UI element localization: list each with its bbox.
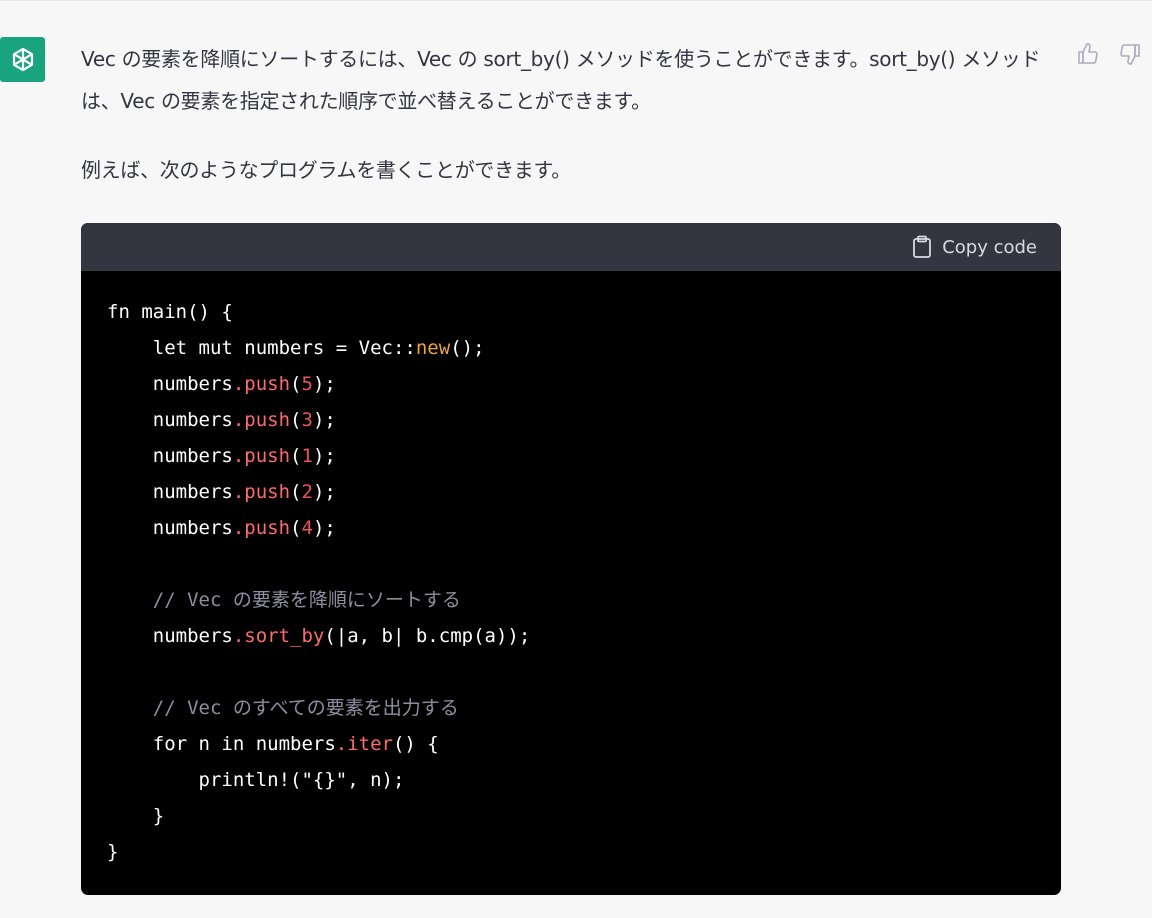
code-line: }: [107, 841, 119, 863]
message-paragraph: 例えば、次のようなプログラムを書くことができます。: [81, 158, 571, 182]
top-divider: [0, 0, 1152, 1]
code-line: numbers.push(1);: [107, 445, 336, 467]
copy-code-button[interactable]: Copy code: [912, 235, 1037, 259]
feedback-buttons: [1074, 40, 1144, 68]
code-line: numbers.push(5);: [107, 373, 336, 395]
code-block-header: Copy code: [81, 223, 1061, 271]
code-line: for n in numbers.iter() {: [107, 733, 439, 755]
code-line: numbers.push(2);: [107, 481, 336, 503]
assistant-message: Vec の要素を降順にソートするには、Vec の sort_by() メソッドを…: [81, 38, 1066, 191]
code-block: Copy code fn main() { let mut numbers = …: [81, 223, 1061, 895]
code-line: numbers.sort_by(|a, b| b.cmp(a));: [107, 625, 531, 647]
thumbs-down-button[interactable]: [1116, 40, 1144, 68]
code-line: }: [107, 805, 165, 827]
clipboard-icon: [913, 235, 932, 258]
code-line: numbers.push(3);: [107, 409, 336, 431]
thumbs-down-icon: [1120, 44, 1140, 65]
code-line: numbers.push(4);: [107, 517, 336, 539]
code-comment: // Vec の要素を降順にソートする: [107, 589, 461, 611]
assistant-avatar: [0, 37, 45, 82]
message-paragraph: Vec の要素を降順にソートするには、Vec の sort_by() メソッドを…: [81, 47, 1041, 113]
code-content: fn main() { let mut numbers = Vec::new()…: [81, 271, 1061, 870]
code-line: println!("{}", n);: [107, 769, 405, 791]
copy-code-label: Copy code: [942, 236, 1037, 258]
thumbs-up-button[interactable]: [1074, 40, 1102, 68]
openai-logo-icon: [12, 47, 33, 71]
code-comment: // Vec のすべての要素を出力する: [107, 697, 459, 719]
thumbs-up-icon: [1078, 43, 1098, 64]
code-line: let mut numbers = Vec::new();: [107, 337, 485, 359]
code-line: fn main() {: [107, 301, 233, 323]
